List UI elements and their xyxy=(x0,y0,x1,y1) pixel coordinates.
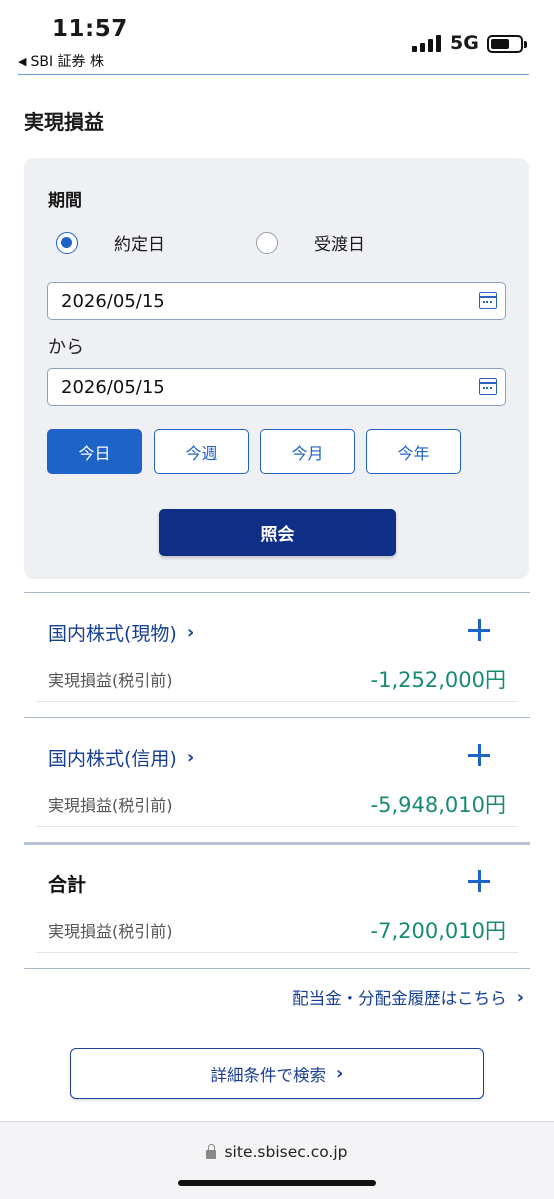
section-title-margin-stocks[interactable]: 国内株式(信用) › xyxy=(48,744,194,771)
section-divider xyxy=(24,717,530,718)
radio-trade-date[interactable]: 約定日 xyxy=(56,230,165,255)
chevron-right-icon: › xyxy=(336,1063,344,1084)
inquiry-button[interactable]: 照会 xyxy=(159,509,396,556)
from-date-value: 2026/05/15 xyxy=(61,290,165,312)
row-divider xyxy=(36,701,518,702)
advanced-search-button[interactable]: 詳細条件で検索 › xyxy=(70,1048,484,1099)
section-divider xyxy=(24,968,530,969)
chevron-right-icon: › xyxy=(186,747,195,768)
period-label: 期間 xyxy=(48,191,82,211)
address-bar[interactable]: site.sbisec.co.jp xyxy=(0,1143,554,1161)
period-button-today[interactable]: 今日 xyxy=(47,429,142,474)
advanced-search-label: 詳細条件で検索 xyxy=(210,1065,327,1085)
to-date-value: 2026/05/15 xyxy=(61,376,165,398)
section-title-label: 国内株式(信用) xyxy=(48,748,177,770)
chevron-right-icon: › xyxy=(186,622,195,643)
back-to-app-link[interactable]: ◀ SBI 証券 株 xyxy=(18,51,104,71)
total-realized-pnl-value: -7,200,010円 xyxy=(370,919,506,943)
url-text: site.sbisec.co.jp xyxy=(224,1143,348,1161)
header-divider xyxy=(18,74,529,75)
expand-plus-icon[interactable] xyxy=(468,619,490,641)
realized-pnl-value: -1,252,000円 xyxy=(370,668,506,692)
radio-settlement-date[interactable]: 受渡日 xyxy=(256,230,365,255)
dividend-history-label: 配当金・分配金履歴はこちら xyxy=(292,989,507,1008)
expand-plus-icon[interactable] xyxy=(468,744,490,766)
from-date-input[interactable]: 2026/05/15 xyxy=(47,282,506,320)
section-title-label: 国内株式(現物) xyxy=(48,623,177,645)
page-title: 実現損益 xyxy=(24,110,104,134)
row-divider xyxy=(36,826,518,827)
to-date-input[interactable]: 2026/05/15 xyxy=(47,368,506,406)
row-label: 実現損益(税引前) xyxy=(48,796,173,815)
battery-icon xyxy=(487,35,527,53)
status-time: 11:57 xyxy=(52,16,128,42)
section-divider xyxy=(24,592,530,593)
browser-bottom-bar: site.sbisec.co.jp xyxy=(0,1121,554,1199)
lock-icon xyxy=(206,1143,217,1159)
status-bar: 11:57 ◀ SBI 証券 株 5G xyxy=(0,0,554,74)
radio-unselected-icon[interactable] xyxy=(256,231,278,254)
total-divider xyxy=(24,842,530,845)
realized-pnl-value: -5,948,010円 xyxy=(370,793,506,817)
radio-trade-date-label: 約定日 xyxy=(114,235,165,255)
filter-panel: 期間 約定日 受渡日 2026/05/15 から 2026/05/15 今日 今… xyxy=(24,158,529,579)
radio-selected-icon[interactable] xyxy=(56,231,78,254)
calendar-icon[interactable] xyxy=(479,378,497,395)
row-label: 実現損益(税引前) xyxy=(48,922,173,941)
expand-plus-icon[interactable] xyxy=(468,870,490,892)
row-divider xyxy=(36,952,518,953)
calendar-icon[interactable] xyxy=(479,292,497,309)
range-separator: から xyxy=(48,337,84,358)
cellular-signal-icon xyxy=(412,34,442,52)
row-label: 実現損益(税引前) xyxy=(48,671,173,690)
section-title-spot-stocks[interactable]: 国内株式(現物) › xyxy=(48,619,194,646)
network-type: 5G xyxy=(450,32,479,54)
radio-settlement-date-label: 受渡日 xyxy=(314,235,365,255)
period-button-month[interactable]: 今月 xyxy=(260,429,355,474)
total-title: 合計 xyxy=(48,874,87,896)
dividend-history-link[interactable]: 配当金・分配金履歴はこちら › xyxy=(292,985,524,1009)
home-indicator[interactable] xyxy=(178,1180,376,1186)
back-triangle-icon: ◀ xyxy=(18,54,27,68)
back-app-label: SBI 証券 株 xyxy=(30,54,104,70)
chevron-right-icon: › xyxy=(516,986,524,1008)
period-button-year[interactable]: 今年 xyxy=(366,429,461,474)
period-button-week[interactable]: 今週 xyxy=(154,429,249,474)
